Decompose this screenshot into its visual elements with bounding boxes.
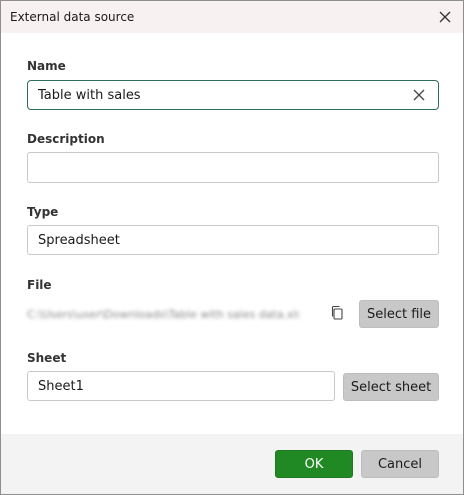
description-label: Description (27, 132, 105, 146)
cancel-button[interactable]: Cancel (361, 450, 439, 478)
close-icon (439, 11, 451, 23)
name-label: Name (27, 59, 66, 73)
dialog-titlebar: External data source (1, 1, 463, 33)
copy-icon (331, 305, 343, 320)
clear-name-button[interactable] (407, 83, 431, 107)
select-file-button[interactable]: Select file (359, 300, 439, 328)
file-label: File (27, 278, 52, 292)
clear-icon (413, 89, 425, 101)
sheet-label: Sheet (27, 351, 67, 365)
dialog-footer: OK Cancel (1, 434, 463, 494)
file-path: C:\Users\user\Downloads\Table with sales… (27, 308, 299, 321)
ok-button[interactable]: OK (275, 450, 353, 478)
sheet-input[interactable] (27, 371, 335, 401)
name-input[interactable] (27, 80, 439, 110)
description-input[interactable] (27, 152, 439, 183)
close-button[interactable] (433, 5, 457, 29)
type-label: Type (27, 205, 59, 219)
copy-path-button[interactable] (325, 301, 349, 325)
dialog-title: External data source (10, 10, 135, 24)
type-input[interactable] (27, 225, 439, 255)
external-data-source-dialog: External data source Name Description Ty… (0, 0, 464, 495)
select-sheet-button[interactable]: Select sheet (343, 373, 439, 401)
